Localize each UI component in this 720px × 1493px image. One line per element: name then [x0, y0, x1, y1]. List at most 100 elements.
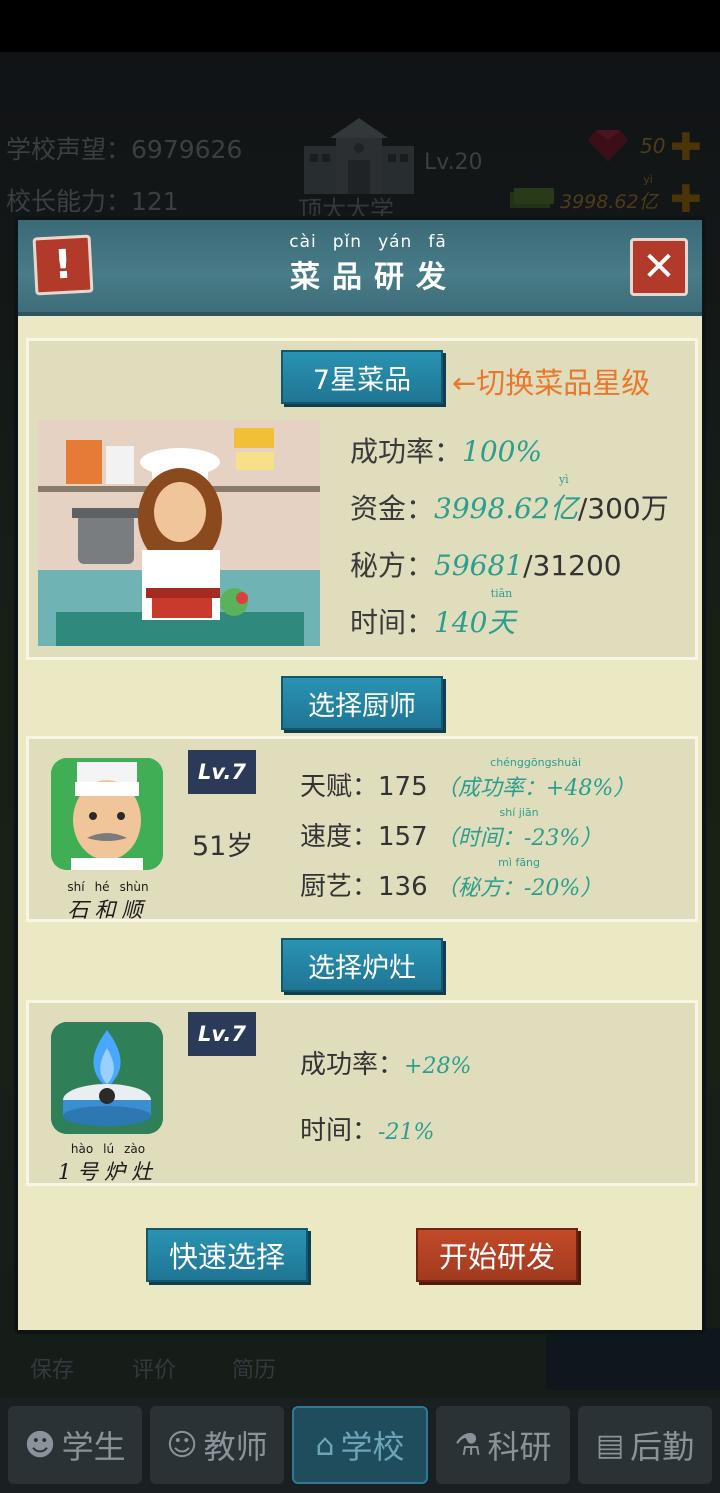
stove-success-rate: 成功率：+28%: [300, 1044, 471, 1081]
nav-tab-school[interactable]: ⌂ 学校: [292, 1406, 428, 1484]
chef-level-badge: Lv.7: [188, 750, 256, 794]
secret-label: 秘方：: [350, 549, 435, 582]
exclamation-icon: !: [52, 241, 74, 289]
clipboard-icon: ▤: [595, 1427, 625, 1463]
speed-bonus: shí jiān （时间：-23%）: [435, 806, 603, 852]
skill-value: 136: [378, 872, 428, 902]
nav-label: 学生: [61, 1428, 126, 1466]
nav-label: 后勤: [630, 1428, 695, 1466]
speed-bonus-text: （时间：-23%）: [435, 826, 603, 851]
dish-research-dialog: ! cài pǐn yán fā 菜 品 研 发 ✕ 7星菜品 ←切换菜品星级: [14, 216, 706, 1334]
nav-label: 教师: [203, 1428, 268, 1466]
talent-bonus-pinyin: chénggōngshuài: [490, 756, 582, 769]
talent-bonus: chénggōngshuài （成功率：+48%）: [435, 756, 636, 802]
alert-button[interactable]: !: [32, 234, 94, 296]
start-research-button[interactable]: 开始研发: [416, 1228, 578, 1282]
funds-unit-pinyin: yì: [558, 473, 569, 486]
chef-avatar[interactable]: [51, 758, 163, 870]
funds-unit: yì 亿: [549, 473, 578, 527]
time-label: 时间：: [350, 606, 435, 639]
gas-stove-icon: [51, 1022, 163, 1134]
stove-time-bonus: -21%: [378, 1120, 435, 1145]
flask-icon: ⚗: [454, 1427, 482, 1463]
secret-required: /31200: [523, 549, 622, 582]
chef-pinyin-1: shí: [67, 880, 85, 894]
skill-bonus-pinyin: mì fāng: [498, 856, 541, 869]
funds-label: 资金：: [350, 492, 435, 525]
chef-kitchen-illustration: [38, 420, 320, 646]
title-pinyin: cài pǐn yán fā: [268, 232, 468, 252]
time-value: 140: [434, 606, 488, 639]
title-char-2: 品: [332, 260, 362, 295]
recipe-time: 时间：140 tiān 天: [350, 587, 516, 641]
funds-value: 3998.62: [434, 492, 550, 525]
speed-label: 速度：: [300, 822, 379, 852]
skill-label: 厨艺：: [300, 872, 379, 902]
talent-value: 175: [378, 772, 428, 802]
stove-time-label: 时间：: [300, 1116, 379, 1146]
recipe-success-rate: 成功率：100%: [350, 430, 542, 470]
stove-pinyin-1: hào: [70, 1142, 94, 1156]
funds-unit-char: 亿: [549, 492, 578, 525]
skill-bonus-text: （秘方：-20%）: [435, 876, 603, 901]
nav-tab-research[interactable]: ⚗ 科研: [436, 1406, 570, 1484]
title-text: 菜 品 研 发: [268, 252, 468, 296]
time-unit: tiān 天: [487, 587, 516, 641]
chef-speed: 速度：157 shí jiān （时间：-23%）: [300, 806, 603, 853]
chef-name-text: 石和顺: [67, 898, 149, 922]
nav-label: 学校: [340, 1428, 405, 1466]
dialog-title: cài pǐn yán fā 菜 品 研 发: [268, 232, 468, 296]
title-char-1: 菜: [290, 260, 320, 295]
nav-tab-logistics[interactable]: ▤ 后勤: [578, 1406, 712, 1484]
dish-star-button[interactable]: 7星菜品: [281, 350, 443, 404]
chef-name-pinyin: shí hé shùn: [38, 880, 178, 894]
time-unit-pinyin: tiān: [490, 587, 513, 600]
success-value: 100%: [462, 435, 543, 468]
chef-pinyin-2: hé: [94, 880, 110, 894]
teacher-icon: ☺: [166, 1427, 198, 1463]
stove-avatar[interactable]: [51, 1022, 163, 1134]
stove-name-text: 1号炉灶: [57, 1160, 159, 1184]
stove-success-label: 成功率：: [300, 1050, 405, 1080]
chef-name: shí hé shùn 石和顺: [38, 880, 178, 924]
stove-success-bonus: +28%: [404, 1054, 472, 1079]
success-label: 成功率：: [350, 435, 463, 468]
secret-value: 59681: [434, 549, 524, 582]
stove-time: 时间：-21%: [300, 1110, 434, 1147]
stove-level-badge: Lv.7: [188, 1012, 256, 1056]
recipe-funds: 资金：3998.62 yì 亿/300万: [350, 473, 669, 527]
time-unit-char: 天: [487, 606, 516, 639]
talent-bonus-text: （成功率：+48%）: [435, 776, 636, 801]
nav-label: 科研: [487, 1428, 552, 1466]
dialog-header: ! cài pǐn yán fā 菜 品 研 发 ✕: [18, 220, 702, 316]
title-pinyin-4: fā: [428, 232, 447, 252]
skill-bonus: mì fāng （秘方：-20%）: [435, 856, 603, 902]
title-pinyin-2: pǐn: [332, 232, 363, 252]
nav-tab-students[interactable]: ☻ 学生: [8, 1406, 142, 1484]
title-char-3: 研: [374, 260, 404, 295]
nav-tab-teachers[interactable]: ☺ 教师: [150, 1406, 284, 1484]
quick-select-button[interactable]: 快速选择: [146, 1228, 308, 1282]
stove-name: hào lú zào 1号炉灶: [38, 1142, 178, 1186]
stove-name-pinyin: hào lú zào: [38, 1142, 178, 1156]
chef-face-icon: [51, 758, 163, 870]
stove-pinyin-2: lú: [103, 1142, 115, 1156]
chef-talent: 天赋：175 chénggōngshuài （成功率：+48%）: [300, 756, 636, 803]
status-bar: [0, 0, 720, 52]
chef-skill: 厨艺：136 mì fāng （秘方：-20%）: [300, 856, 603, 903]
star-hint: ←切换菜品星级: [452, 366, 651, 400]
close-button[interactable]: ✕: [630, 238, 688, 296]
bottom-nav: ☻ 学生 ☺ 教师 ⌂ 学校 ⚗ 科研 ▤ 后勤: [0, 1398, 720, 1493]
speed-bonus-pinyin: shí jiān: [499, 806, 539, 819]
chef-pinyin-3: shùn: [119, 880, 149, 894]
title-pinyin-1: cài: [289, 232, 317, 252]
talent-label: 天赋：: [300, 772, 379, 802]
student-icon: ☻: [24, 1427, 56, 1463]
select-stove-button[interactable]: 选择炉灶: [281, 938, 443, 992]
school-icon: ⌂: [315, 1427, 335, 1463]
funds-required: /300万: [577, 492, 669, 525]
recipe-secret: 秘方：59681/31200: [350, 544, 622, 584]
title-pinyin-3: yán: [378, 232, 413, 252]
select-chef-button[interactable]: 选择厨师: [281, 676, 443, 730]
stove-pinyin-3: zào: [124, 1142, 146, 1156]
